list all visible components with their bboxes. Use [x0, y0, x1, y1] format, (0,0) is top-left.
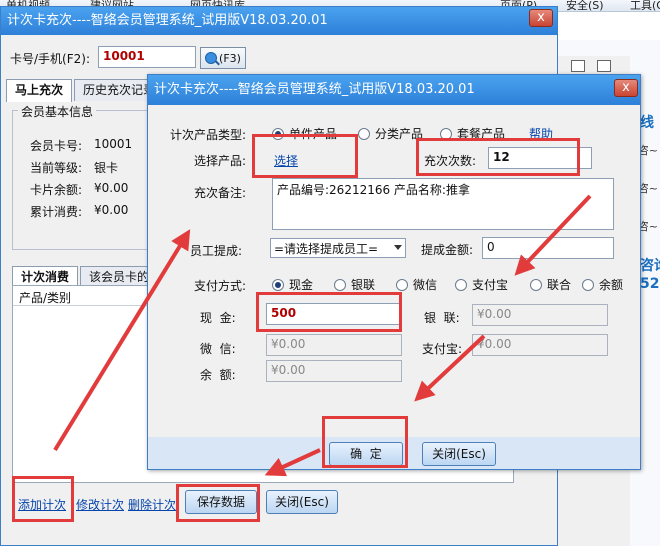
edit-count-link[interactable]: 修改计次 [76, 496, 124, 513]
member-info-title: 会员基本信息 [18, 103, 97, 120]
delete-count-link[interactable]: 删除计次 [128, 496, 176, 513]
pay-cash-radio[interactable]: 现金 [272, 276, 313, 293]
staff-select[interactable]: =请选择提成员工= [270, 238, 406, 258]
member-card-value: 10001 [94, 137, 133, 151]
card-number-input[interactable]: 10001 [98, 46, 196, 68]
radio-label: 单件产品 [289, 127, 338, 141]
close-window-button[interactable]: 关闭(Esc) [266, 490, 338, 514]
window-titlebar: 计次卡充次----智络会员管理系统_试用版V18.03.20.01 x [1, 7, 557, 35]
close-icon[interactable] [597, 60, 611, 72]
recharge-count-label: 充次次数: [424, 154, 477, 168]
radio-off-icon [396, 278, 408, 291]
background-text: 咨询 [640, 258, 660, 274]
radio-label: 联合 [547, 278, 572, 292]
search-button-label: (F3) [219, 51, 241, 65]
alipay-amount-input[interactable]: ¥0.00 [472, 334, 608, 356]
payment-method-label: 支付方式: [194, 279, 247, 293]
unionpay-amount-input[interactable]: ¥0.00 [472, 304, 608, 326]
product-type-package[interactable]: 套餐产品 [440, 125, 505, 142]
radio-label: 银联 [351, 278, 376, 292]
commission-amount-label: 提成金额: [421, 243, 474, 257]
commission-amount-input[interactable]: 0 [482, 237, 614, 259]
browser-menu-tools[interactable]: 工具(O) [630, 0, 660, 13]
member-level-value: 银卡 [94, 161, 119, 175]
tab-recharge-now[interactable]: 马上充次 [6, 79, 73, 102]
radio-off-icon [358, 127, 370, 140]
dialog-close-button[interactable]: x [614, 79, 638, 97]
list-header-product: 产品/类别 [19, 291, 72, 305]
card-balance-value: ¥0.00 [94, 181, 129, 195]
card-number-label: 卡号/手机(F2): [10, 52, 90, 66]
radio-off-icon [334, 278, 346, 291]
radio-off-icon [455, 278, 467, 291]
pay-balance-radio[interactable]: 余额 [582, 276, 623, 293]
window-close-button[interactable]: x [529, 9, 553, 27]
product-type-category[interactable]: 分类产品 [358, 125, 423, 142]
staff-select-value: =请选择提成员工= [274, 242, 379, 256]
pay-wechat-radio[interactable]: 微信 [396, 276, 437, 293]
balance-amount-input[interactable]: ¥0.00 [266, 360, 402, 382]
product-type-label: 计次产品类型: [170, 128, 247, 142]
remark-label: 充次备注: [194, 186, 247, 200]
dialog-titlebar: 计次卡充次----智络会员管理系统_试用版V18.03.20.01 x [148, 75, 640, 105]
tab-recharge-history[interactable]: 历史充次记录 [74, 79, 154, 101]
radio-label: 余额 [599, 278, 624, 292]
member-info-group [12, 110, 152, 250]
confirm-button[interactable]: 确 定 [329, 442, 403, 466]
recharge-count-input[interactable]: 12 [488, 147, 592, 169]
select-product-link[interactable]: 选择 [274, 152, 298, 169]
staff-commission-label: 员工提成: [190, 244, 243, 258]
cash-label: 现 金: [200, 311, 236, 325]
search-icon [205, 52, 218, 64]
radio-label: 微信 [413, 278, 438, 292]
window-title: 计次卡充次----智络会员管理系统_试用版V18.03.20.01 [7, 13, 328, 28]
balance-label: 余 额: [200, 368, 236, 382]
radio-label: 支付宝 [472, 278, 509, 292]
remark-textarea[interactable]: 产品编号:26212166 产品名称:推拿 [272, 178, 614, 230]
total-spend-label: 累计消费: [30, 205, 83, 219]
total-spend-value: ¥0.00 [94, 203, 129, 217]
alipay-label: 支付宝: [422, 342, 463, 356]
radio-on-icon [272, 127, 284, 140]
add-count-link[interactable]: 添加计次 [18, 496, 66, 513]
background-text: 线 [640, 115, 654, 131]
search-button[interactable]: (F3) [200, 47, 246, 69]
wechat-label: 微 信: [200, 342, 236, 356]
wechat-amount-input[interactable]: ¥0.00 [266, 334, 402, 356]
cash-amount-input[interactable]: 500 [266, 303, 402, 325]
member-card-label: 会员卡号: [30, 139, 83, 153]
radio-label: 分类产品 [375, 127, 424, 141]
unionpay-label: 银 联: [424, 311, 460, 325]
dialog-close-esc-button[interactable]: 关闭(Esc) [422, 442, 496, 466]
product-type-single[interactable]: 单件产品 [272, 125, 337, 142]
save-data-button[interactable]: 保存数据 [185, 490, 257, 514]
help-link[interactable]: 帮助 [529, 125, 553, 142]
member-level-label: 当前等级: [30, 161, 83, 175]
dialog-title: 计次卡充次----智络会员管理系统_试用版V18.03.20.01 [154, 82, 475, 97]
radio-on-icon [272, 278, 284, 291]
radio-off-icon [440, 127, 452, 140]
select-product-label: 选择产品: [194, 154, 247, 168]
pay-combined-radio[interactable]: 联合 [530, 276, 571, 293]
radio-label: 现金 [289, 278, 314, 292]
card-balance-label: 卡片余额: [30, 183, 83, 197]
pay-unionpay-radio[interactable]: 银联 [334, 276, 375, 293]
radio-off-icon [582, 278, 594, 291]
minimize-icon[interactable] [571, 60, 585, 72]
pay-alipay-radio[interactable]: 支付宝 [455, 276, 508, 293]
radio-label: 套餐产品 [457, 127, 506, 141]
radio-off-icon [530, 278, 542, 291]
browser-menu-safety[interactable]: 安全(S) [566, 0, 604, 13]
background-text: 52 [640, 276, 660, 292]
chevron-down-icon [394, 245, 402, 250]
